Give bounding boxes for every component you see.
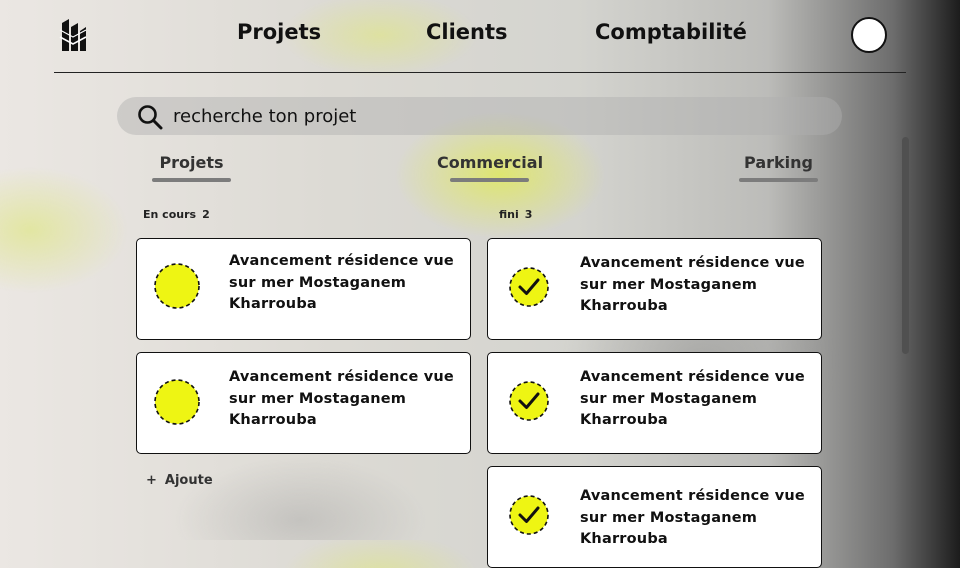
- tab-parking[interactable]: Parking: [739, 153, 818, 182]
- dashed-circle-icon: [154, 379, 200, 425]
- project-card[interactable]: Avancement résidence vue sur mer Mostaga…: [136, 238, 471, 340]
- add-label: Ajoute: [164, 473, 213, 488]
- column-count: 2: [202, 208, 210, 221]
- card-title: Avancement résidence vue sur mer Mostaga…: [580, 369, 805, 428]
- project-card[interactable]: Avancement résidence vue sur mer Mostaga…: [136, 352, 471, 454]
- tab-label: Projets: [159, 153, 224, 172]
- column-count: 3: [524, 208, 533, 221]
- tab-underline: [152, 178, 231, 182]
- tab-label: Parking: [744, 153, 813, 172]
- nav-projets[interactable]: Projets: [237, 20, 321, 44]
- check-circle-icon: [509, 267, 549, 307]
- app-logo[interactable]: [58, 17, 88, 53]
- tab-projets[interactable]: Projets: [152, 153, 231, 182]
- avatar[interactable]: [851, 17, 887, 53]
- column-title: fini: [499, 208, 519, 221]
- card-title: Avancement résidence vue sur mer Mostaga…: [229, 253, 454, 312]
- tab-commercial[interactable]: Commercial: [437, 153, 544, 182]
- building-logo-icon: [59, 19, 87, 51]
- column-heading-fini: fini 3: [499, 208, 532, 221]
- search-icon: [138, 105, 163, 130]
- column-heading-en-cours: En cours 2: [143, 208, 210, 221]
- nav-comptabilite[interactable]: Comptabilité: [595, 20, 747, 44]
- add-project-button[interactable]: + Ajoute: [146, 473, 213, 488]
- search-bar[interactable]: [117, 97, 842, 135]
- plus-icon: +: [146, 473, 157, 488]
- column-title: En cours: [143, 208, 197, 221]
- project-card[interactable]: Avancement résidence vue sur mer Mostaga…: [487, 238, 822, 340]
- project-card[interactable]: Avancement résidence vue sur mer Mostaga…: [487, 466, 822, 568]
- search-input[interactable]: [173, 97, 773, 135]
- check-circle-icon: [509, 495, 549, 535]
- card-title: Avancement résidence vue sur mer Mostaga…: [580, 488, 805, 547]
- scrollbar[interactable]: [902, 137, 909, 354]
- nav-clients[interactable]: Clients: [426, 20, 508, 44]
- tab-label: Commercial: [437, 153, 544, 172]
- card-title: Avancement résidence vue sur mer Mostaga…: [580, 255, 805, 314]
- card-title: Avancement résidence vue sur mer Mostaga…: [229, 369, 454, 428]
- check-circle-icon: [509, 381, 549, 421]
- dashed-circle-icon: [154, 263, 200, 309]
- tab-underline: [739, 178, 818, 182]
- project-card[interactable]: Avancement résidence vue sur mer Mostaga…: [487, 352, 822, 454]
- tab-underline: [450, 178, 529, 182]
- header-divider: [54, 72, 906, 73]
